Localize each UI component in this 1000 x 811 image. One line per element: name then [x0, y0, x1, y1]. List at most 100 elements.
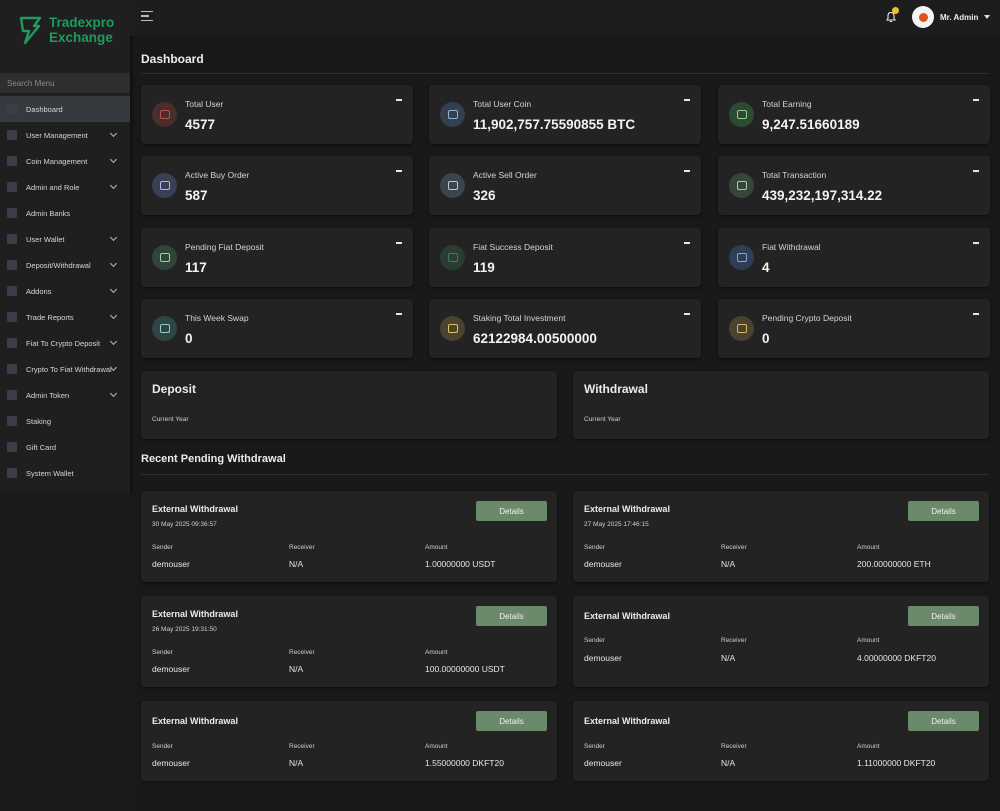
- receiver-header: Receiver: [289, 544, 315, 551]
- dollar-icon: [7, 338, 17, 348]
- collapse-icon[interactable]: [396, 313, 402, 315]
- stat-label: Staking Total Investment: [473, 313, 566, 323]
- collapse-icon[interactable]: [396, 99, 402, 101]
- chevron-down-icon[interactable]: [109, 389, 118, 398]
- sender-value: demouser: [584, 559, 622, 569]
- amount-value: 1.11000000 DKFT20: [857, 758, 936, 768]
- withdrawal-card: External Withdrawal Details Sender Receiver…: [573, 596, 989, 687]
- withdrawal-title: External Withdrawal: [152, 609, 238, 619]
- details-button[interactable]: Details: [476, 501, 547, 521]
- coin-stack-icon: [440, 102, 465, 127]
- sidebar-item-label: Staking: [26, 416, 52, 426]
- receiver-value: N/A: [289, 758, 304, 768]
- brand-logo[interactable]: Tradexpro Exchange: [18, 14, 118, 50]
- deposit-chart-title: Deposit: [152, 382, 197, 396]
- collapse-icon[interactable]: [396, 242, 402, 244]
- collapse-icon[interactable]: [684, 242, 690, 244]
- sidebar-item-staking[interactable]: Staking: [0, 408, 130, 434]
- chevron-down-icon[interactable]: [109, 181, 118, 190]
- withdrawal-card: External Withdrawal 26 May 2025 19:31:50 D…: [141, 596, 557, 687]
- chevron-down-icon[interactable]: [109, 259, 118, 268]
- money-icon: [729, 102, 754, 127]
- sidebar-item-system-wallet[interactable]: System Wallet: [0, 460, 130, 486]
- chevron-down-icon[interactable]: [109, 233, 118, 242]
- details-button[interactable]: Details: [908, 711, 979, 731]
- transaction-icon: [729, 173, 754, 198]
- sidebar-item-label: Trade Reports: [26, 312, 74, 322]
- brand-name: Tradexpro Exchange: [49, 15, 114, 45]
- sidebar-item-dashboard[interactable]: Dashboard: [0, 96, 130, 122]
- receiver-value: N/A: [721, 758, 736, 768]
- notification-dot: [892, 7, 899, 14]
- user-avatar[interactable]: [912, 6, 934, 28]
- stat-card: Total Earning 9,247.51660189: [718, 85, 990, 144]
- sender-value: demouser: [584, 653, 622, 663]
- collapse-icon[interactable]: [973, 242, 979, 244]
- sidebar-item-deposit-withdrawal[interactable]: Deposit/Withdrawal: [0, 252, 130, 278]
- stat-label: Total Earning: [762, 99, 812, 109]
- collapse-icon[interactable]: [684, 99, 690, 101]
- receiver-header: Receiver: [721, 637, 747, 644]
- chevron-down-icon[interactable]: [109, 155, 118, 164]
- details-button[interactable]: Details: [908, 606, 979, 626]
- users-icon: [152, 102, 177, 127]
- stat-card: Active Buy Order 587: [141, 156, 413, 215]
- stat-card: Pending Fiat Deposit 117: [141, 228, 413, 287]
- chevron-down-icon[interactable]: [109, 311, 118, 320]
- details-button[interactable]: Details: [908, 501, 979, 521]
- sidebar-search-input[interactable]: [0, 73, 130, 93]
- collapse-icon[interactable]: [973, 313, 979, 315]
- receiver-value: N/A: [721, 653, 736, 663]
- withdrawal-card: External Withdrawal 27 May 2025 17:46:15 D…: [573, 491, 989, 582]
- chevron-down-icon[interactable]: [109, 337, 118, 346]
- sidebar-item-admin-and-role[interactable]: Admin and Role: [0, 174, 130, 200]
- collapse-icon[interactable]: [684, 170, 690, 172]
- stat-card: Active Sell Order 326: [429, 156, 701, 215]
- filter-icon: [729, 245, 754, 270]
- user-menu-caret-icon[interactable]: [984, 15, 990, 19]
- staking-hand-icon: [440, 316, 465, 341]
- user-name[interactable]: Mr. Admin: [940, 13, 978, 22]
- stat-label: This Week Swap: [185, 313, 249, 323]
- sidebar-item-user-wallet[interactable]: User Wallet: [0, 226, 130, 252]
- stat-value: 4: [762, 260, 770, 275]
- stat-value: 62122984.00500000: [473, 331, 597, 346]
- stat-value: 4577: [185, 117, 216, 132]
- details-button[interactable]: Details: [476, 711, 547, 731]
- amount-header: Amount: [857, 544, 880, 551]
- sidebar-item-user-management[interactable]: User Management: [0, 122, 130, 148]
- chevron-down-icon[interactable]: [109, 285, 118, 294]
- sidebar-item-admin-token[interactable]: Admin Token: [0, 382, 130, 408]
- stat-card: Total Transaction 439,232,197,314.22: [718, 156, 990, 215]
- sidebar-item-label: Admin Banks: [26, 208, 71, 218]
- sidebar-item-trade-reports[interactable]: Trade Reports: [0, 304, 130, 330]
- crypto-pending-icon: [729, 316, 754, 341]
- collapse-icon[interactable]: [973, 99, 979, 101]
- sender-value: demouser: [152, 664, 190, 674]
- sidebar-item-fiat-to-crypto-deposit[interactable]: Fiat To Crypto Deposit: [0, 330, 130, 356]
- buy-order-icon: [152, 173, 177, 198]
- deposit-chart-subtitle: Current Year: [152, 416, 189, 423]
- amount-value: 100.00000000 USDT: [425, 664, 505, 674]
- collapse-icon[interactable]: [973, 170, 979, 172]
- details-button[interactable]: Details: [476, 606, 547, 626]
- sidebar-item-coin-management[interactable]: Coin Management: [0, 148, 130, 174]
- collapse-icon[interactable]: [396, 170, 402, 172]
- sidebar-item-gift-card[interactable]: Gift Card: [0, 434, 130, 460]
- sidebar-item-admin-banks[interactable]: Admin Banks: [0, 200, 130, 226]
- chevron-down-icon[interactable]: [109, 129, 118, 138]
- stat-card: Fiat Withdrawal 4: [718, 228, 990, 287]
- wallet-icon: [7, 234, 17, 244]
- stat-label: Total User Coin: [473, 99, 532, 109]
- stat-value: 0: [762, 331, 770, 346]
- receiver-header: Receiver: [289, 743, 315, 750]
- receiver-header: Receiver: [289, 649, 315, 656]
- collapse-icon[interactable]: [684, 313, 690, 315]
- sidebar-item-crypto-to-fiat-withdrawal[interactable]: Crypto To Fiat Withdrawal: [0, 356, 130, 382]
- hamburger-menu-icon[interactable]: [141, 11, 153, 21]
- stat-card: This Week Swap 0: [141, 299, 413, 358]
- admin-icon: [7, 182, 17, 192]
- sidebar-item-addons[interactable]: Addons: [0, 278, 130, 304]
- recent-withdrawal-title: Recent Pending Withdrawal: [141, 453, 286, 465]
- sidebar-item-label: User Wallet: [26, 234, 65, 244]
